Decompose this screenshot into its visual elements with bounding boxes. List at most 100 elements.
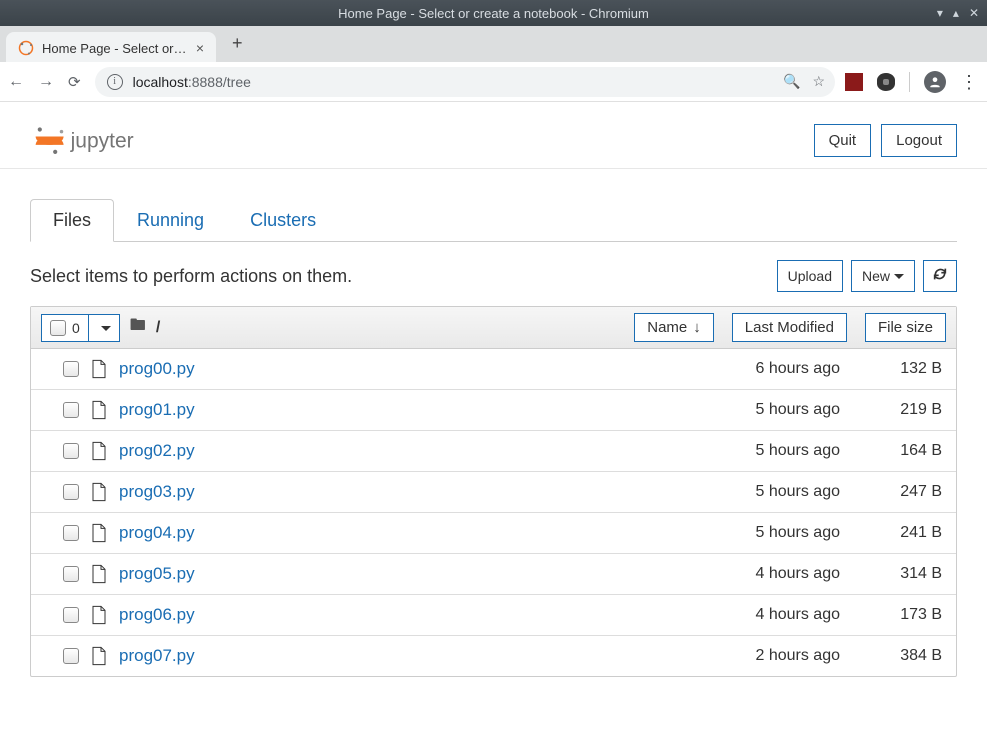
tab-clusters[interactable]: Clusters — [227, 199, 339, 242]
file-row: prog05.py 4 hours ago 314 B — [31, 554, 956, 595]
file-icon — [91, 400, 107, 420]
row-checkbox[interactable] — [63, 484, 79, 500]
window-titlebar: Home Page - Select or create a notebook … — [0, 0, 987, 26]
file-row: prog03.py 5 hours ago 247 B — [31, 472, 956, 513]
file-size: 384 B — [852, 647, 942, 665]
file-link[interactable]: prog04.py — [119, 523, 668, 543]
address-bar[interactable]: i localhost:8888/tree 🔍 ☆ — [95, 67, 835, 97]
zoom-icon[interactable]: 🔍 — [783, 73, 800, 90]
row-checkbox[interactable] — [63, 648, 79, 664]
profile-avatar-icon[interactable] — [924, 71, 946, 93]
file-row: prog00.py 6 hours ago 132 B — [31, 349, 956, 390]
file-icon — [91, 646, 107, 666]
file-modified: 5 hours ago — [680, 524, 840, 542]
bookmark-star-icon[interactable]: ☆ — [812, 73, 825, 90]
tab-files[interactable]: Files — [30, 199, 114, 242]
file-modified: 4 hours ago — [680, 606, 840, 624]
back-button[interactable]: ← — [8, 73, 24, 91]
row-checkbox[interactable] — [63, 361, 79, 377]
file-list-header: 0 🖿 / Name ↓ Last Modified File size — [31, 307, 956, 349]
file-icon — [91, 359, 107, 379]
file-size: 173 B — [852, 606, 942, 624]
sort-modified-button[interactable]: Last Modified — [732, 313, 847, 342]
refresh-list-button[interactable] — [923, 260, 957, 292]
chevron-down-icon — [890, 268, 904, 284]
window-maximize-icon[interactable]: ▴ — [953, 6, 959, 20]
new-button-label: New — [862, 268, 890, 284]
window-close-icon[interactable]: ✕ — [969, 6, 979, 20]
col-modified-label: Last Modified — [745, 319, 834, 336]
selection-hint: Select items to perform actions on them. — [30, 266, 352, 287]
sort-name-button[interactable]: Name ↓ — [634, 313, 714, 342]
arrow-down-icon: ↓ — [693, 319, 701, 336]
sort-size-button[interactable]: File size — [865, 313, 946, 342]
quit-button[interactable]: Quit — [814, 124, 872, 157]
file-size: 241 B — [852, 524, 942, 542]
file-row: prog02.py 5 hours ago 164 B — [31, 431, 956, 472]
file-size: 219 B — [852, 401, 942, 419]
file-link[interactable]: prog05.py — [119, 564, 668, 584]
forward-button[interactable]: → — [38, 73, 54, 91]
file-modified: 2 hours ago — [680, 647, 840, 665]
file-size: 164 B — [852, 442, 942, 460]
row-checkbox[interactable] — [63, 607, 79, 623]
browser-tab[interactable]: Home Page - Select or … × — [6, 32, 216, 62]
upload-button[interactable]: Upload — [777, 260, 843, 292]
jupyter-header: jupyter Quit Logout — [0, 114, 987, 169]
file-modified: 5 hours ago — [680, 442, 840, 460]
file-row: prog01.py 5 hours ago 219 B — [31, 390, 956, 431]
window-controls: ▾ ▴ ✕ — [937, 6, 979, 20]
tab-running[interactable]: Running — [114, 199, 227, 242]
tab-close-icon[interactable]: × — [196, 41, 204, 55]
chevron-down-icon — [97, 320, 111, 336]
file-row: prog06.py 4 hours ago 173 B — [31, 595, 956, 636]
file-row: prog07.py 2 hours ago 384 B — [31, 636, 956, 676]
file-modified: 5 hours ago — [680, 483, 840, 501]
file-size: 132 B — [852, 360, 942, 378]
file-icon — [91, 564, 107, 584]
row-checkbox[interactable] — [63, 566, 79, 582]
row-checkbox[interactable] — [63, 443, 79, 459]
file-link[interactable]: prog03.py — [119, 482, 668, 502]
file-link[interactable]: prog02.py — [119, 441, 668, 461]
extension-icon[interactable] — [845, 73, 863, 91]
file-link[interactable]: prog01.py — [119, 400, 668, 420]
browser-menu-icon[interactable]: ⋮ — [960, 73, 979, 91]
ublock-icon[interactable] — [877, 73, 895, 91]
selected-count: 0 — [72, 320, 80, 336]
select-all-control[interactable]: 0 — [41, 314, 120, 342]
file-row: prog04.py 5 hours ago 241 B — [31, 513, 956, 554]
new-tab-button[interactable]: + — [226, 29, 249, 58]
row-checkbox[interactable] — [63, 525, 79, 541]
site-info-icon[interactable]: i — [107, 74, 123, 90]
file-size: 247 B — [852, 483, 942, 501]
jupyter-logo[interactable]: jupyter — [30, 122, 170, 158]
folder-icon[interactable]: 🖿 — [130, 314, 146, 341]
toolbar-divider — [909, 72, 910, 92]
file-size: 314 B — [852, 565, 942, 583]
col-size-label: File size — [878, 319, 933, 336]
window-minimize-icon[interactable]: ▾ — [937, 6, 943, 20]
file-icon — [91, 482, 107, 502]
file-list: 0 🖿 / Name ↓ Last Modified File size pro… — [30, 306, 957, 677]
file-link[interactable]: prog00.py — [119, 359, 668, 379]
dashboard-tabs: Files Running Clusters — [30, 199, 957, 242]
breadcrumb-root[interactable]: / — [156, 319, 160, 337]
jupyter-favicon-icon — [18, 40, 34, 56]
file-icon — [91, 605, 107, 625]
browser-toolbar: ← → ⟳ i localhost:8888/tree 🔍 ☆ ⋮ — [0, 62, 987, 102]
file-link[interactable]: prog06.py — [119, 605, 668, 625]
col-name-label: Name — [647, 319, 687, 336]
file-modified: 6 hours ago — [680, 360, 840, 378]
row-checkbox[interactable] — [63, 402, 79, 418]
logout-button[interactable]: Logout — [881, 124, 957, 157]
new-dropdown-button[interactable]: New — [851, 260, 915, 292]
select-all-checkbox[interactable] — [50, 320, 66, 336]
browser-tab-strip: Home Page - Select or … × + — [0, 26, 987, 62]
file-link[interactable]: prog07.py — [119, 646, 668, 666]
file-modified: 5 hours ago — [680, 401, 840, 419]
url-host: localhost — [133, 74, 188, 90]
file-modified: 4 hours ago — [680, 565, 840, 583]
svg-text:jupyter: jupyter — [70, 130, 134, 153]
reload-button[interactable]: ⟳ — [68, 73, 81, 91]
